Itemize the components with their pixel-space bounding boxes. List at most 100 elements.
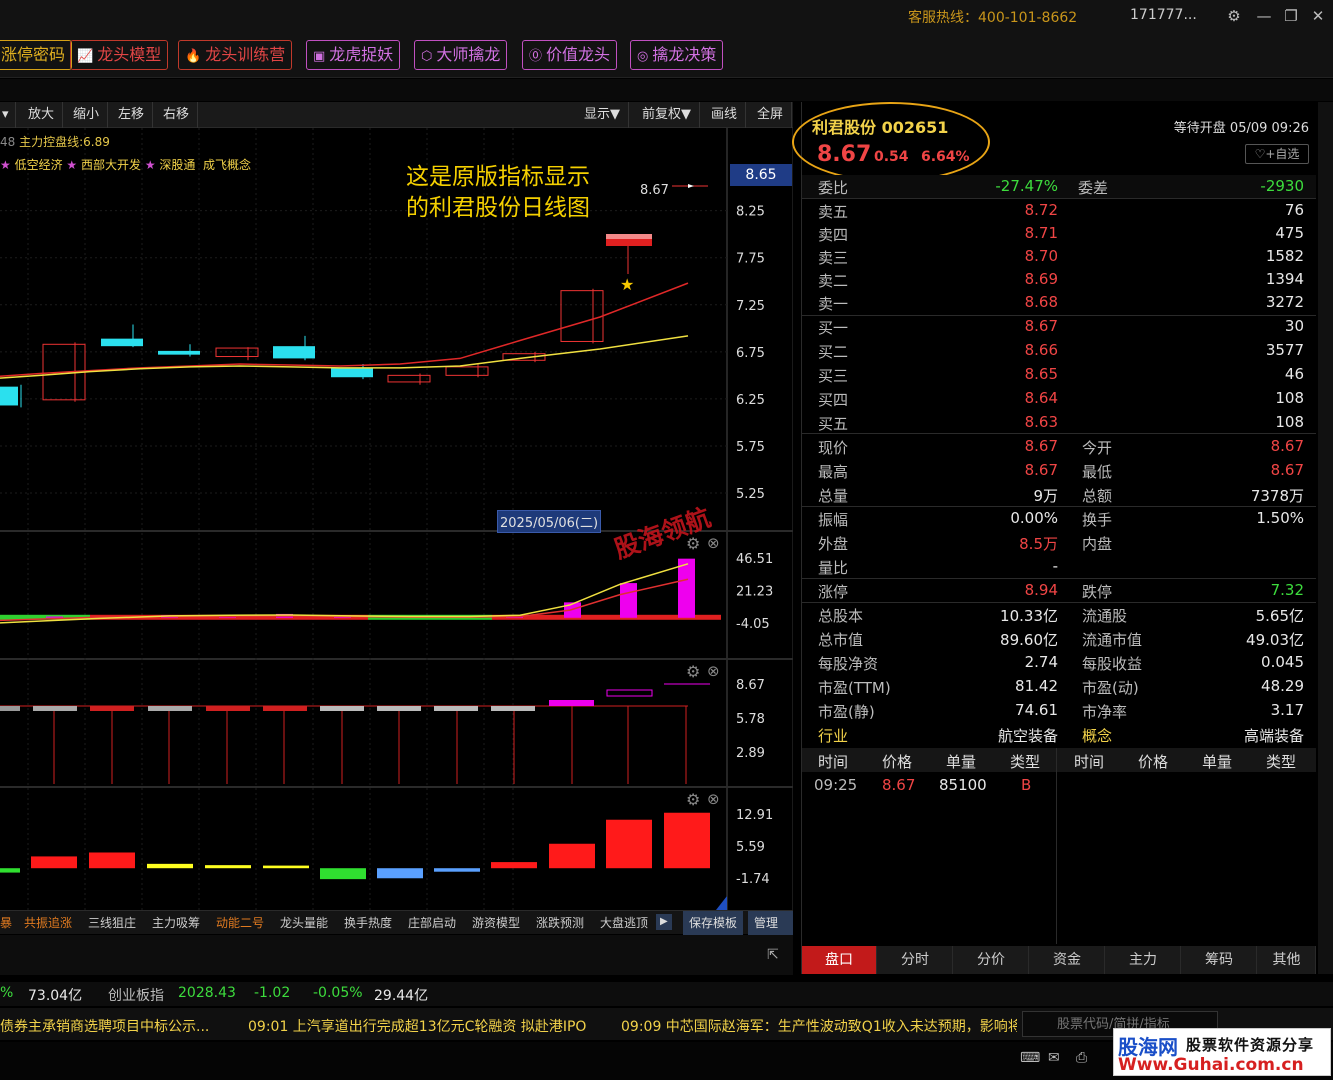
indicator-tab[interactable]: 换手热度 bbox=[344, 911, 392, 935]
concept-tag[interactable]: 成飞概念 bbox=[203, 158, 251, 172]
display-dropdown[interactable]: 显示▼ bbox=[576, 102, 629, 128]
panel-divider bbox=[0, 786, 793, 788]
chart-icon: 📈 bbox=[77, 49, 94, 64]
fire-icon: 🔥 bbox=[185, 49, 202, 64]
zoom-in-button[interactable]: 放大 bbox=[20, 102, 64, 128]
adjust-dropdown[interactable]: 前复权▼ bbox=[634, 102, 700, 128]
ma-line-red bbox=[0, 282, 689, 378]
news-item[interactable]: 09:01 上汽享道出行完成超13亿元C轮融资 拟赴港IPO bbox=[248, 1016, 586, 1036]
move-left-button[interactable]: 左移 bbox=[110, 102, 154, 128]
minimize-icon[interactable]: — bbox=[1254, 6, 1274, 26]
concept-tag[interactable]: 深股通 bbox=[159, 158, 195, 172]
candle-body bbox=[101, 338, 143, 347]
feature-button-leader-model[interactable]: 📈 龙头模型 bbox=[70, 40, 169, 70]
indicator-panel-3 bbox=[0, 812, 727, 910]
restore-icon[interactable]: ❐ bbox=[1281, 6, 1301, 26]
index-name[interactable]: 创业板指 bbox=[108, 985, 164, 1005]
ind3-bar bbox=[320, 868, 366, 880]
indicator-tab[interactable]: 庄部启动 bbox=[408, 911, 456, 935]
stat-row: 涨停 8.94 跌停 7.32 bbox=[818, 581, 1304, 601]
ind3-bar bbox=[377, 868, 423, 879]
gear-icon[interactable]: ⚙ bbox=[1224, 6, 1244, 26]
more-tabs-button[interactable]: ▶ bbox=[656, 914, 672, 930]
zoom-out-button[interactable]: 缩小 bbox=[65, 102, 109, 128]
concept-tag[interactable]: 西部大开发 bbox=[81, 158, 141, 172]
manage-button[interactable]: 管理 bbox=[748, 911, 793, 935]
news-item[interactable]: 债券主承销商选聘项目中标公示... bbox=[0, 1016, 209, 1036]
bid-row: 买二 8.66 3577 bbox=[818, 341, 1304, 361]
feature-button-value-leader[interactable]: ⓪ 价值龙头 bbox=[522, 40, 618, 70]
ind2-segment bbox=[90, 706, 134, 711]
export-icon[interactable]: ⇱ bbox=[767, 947, 779, 963]
ind1-tick-label: -4.05 bbox=[736, 617, 770, 632]
hotline-text: 客服热线：400-101-8662 bbox=[908, 10, 1078, 26]
indicator-tab[interactable]: 三线狙庄 bbox=[88, 911, 136, 935]
tab-fenshi[interactable]: 分时 bbox=[878, 946, 953, 974]
stat-row: 市盈(TTM) 81.42 市盈(动) 48.29 bbox=[818, 677, 1304, 697]
feature-button-dragon-decision[interactable]: ◎ 擒龙决策 bbox=[630, 40, 724, 70]
draw-line-button[interactable]: 画线 bbox=[703, 102, 747, 128]
indicator-tab[interactable]: 暴 bbox=[0, 911, 12, 935]
indicator-tabs: 暴 共振追涨 三线狙庄 主力吸筹 动能二号 龙头量能 换手热度 庄部启动 游资模… bbox=[0, 910, 793, 935]
stat-row: 总量 9万 总额 7378万 bbox=[818, 487, 1304, 505]
indicator-tab[interactable]: 大盘逃顶 bbox=[600, 911, 648, 935]
period-dropdown[interactable]: ▾ bbox=[0, 102, 16, 128]
tab-zhuli[interactable]: 主力 bbox=[1106, 946, 1181, 974]
market-status: 等待开盘 05/09 09:26 bbox=[1173, 121, 1309, 136]
keyboard-icon[interactable]: ⌨ bbox=[1020, 1050, 1040, 1066]
feature-button-master-dragon[interactable]: ⬡ 大师擒龙 bbox=[414, 40, 508, 70]
tab-pankou[interactable]: 盘口 bbox=[802, 946, 877, 974]
close-icon[interactable]: ✕ bbox=[1308, 6, 1328, 26]
candle-body bbox=[560, 290, 604, 342]
ask-row: 卖三 8.70 1582 bbox=[818, 247, 1304, 267]
tab-fenjia[interactable]: 分价 bbox=[954, 946, 1029, 974]
ind3-bar bbox=[664, 812, 710, 869]
move-right-button[interactable]: 右移 bbox=[155, 102, 199, 128]
stat-row: 总市值 89.60亿 流通市值 49.03亿 bbox=[818, 631, 1304, 649]
site-watermark: 股海网 股票软件资源分享 Www.Guhai.com.cn bbox=[1113, 1028, 1331, 1076]
fullscreen-button[interactable]: 全屏 bbox=[749, 102, 793, 128]
ind3-tick-label: 12.91 bbox=[736, 808, 773, 823]
stat-row: 外盘 8.5万 内盘 bbox=[818, 535, 1113, 553]
indicator-tab[interactable]: 动能二号 bbox=[216, 911, 264, 935]
indicator-tab[interactable]: 主力吸筹 bbox=[152, 911, 200, 935]
feature-button-limit-code[interactable]: 涨停密码 bbox=[0, 40, 73, 70]
ind3-bar bbox=[434, 868, 480, 872]
candles: ★ bbox=[0, 234, 652, 408]
stat-row: 现价 8.67 今开 8.67 bbox=[818, 437, 1304, 457]
ind2-segment bbox=[206, 706, 250, 711]
ind3-bar bbox=[0, 868, 20, 873]
quote-scrollbar[interactable] bbox=[1318, 102, 1333, 974]
ind1-tick-label: 46.51 bbox=[736, 552, 773, 567]
save-template-button[interactable]: 保存模板 bbox=[683, 911, 744, 935]
close-icon: ⊗ bbox=[707, 662, 720, 680]
price-tick-label: 5.25 bbox=[736, 487, 765, 502]
tick-table-header: 时间 价格 单量 类型 时间 价格 单量 类型 bbox=[802, 748, 1316, 772]
bid-row: 买三 8.65 46 bbox=[818, 365, 1304, 385]
chart-area[interactable]: ★ 8.25 7.75 7.25 6.75 6.25 5.75 5.25 8.67 46.51 2… bbox=[0, 128, 793, 910]
account-name[interactable]: 171777... bbox=[1130, 7, 1197, 23]
ind1-bar bbox=[46, 616, 63, 618]
wechat-icon[interactable]: ✉ bbox=[1048, 1050, 1060, 1066]
add-favorite-button[interactable]: ♡+自选 bbox=[1245, 144, 1309, 164]
indicator-tab[interactable]: 涨跌预测 bbox=[536, 911, 584, 935]
title-bar: 客服热线：400-101-8662 171777... ⚙ — ❐ ✕ bbox=[0, 0, 1333, 32]
feature-button-leader-camp[interactable]: 🔥 龙头训练营 bbox=[178, 40, 293, 70]
tab-chouma[interactable]: 筹码 bbox=[1182, 946, 1257, 974]
ind3-bar bbox=[263, 865, 309, 869]
feature-button-dragon-tiger[interactable]: ▣ 龙虎捉妖 bbox=[306, 40, 401, 70]
stat-row: 最高 8.67 最低 8.67 bbox=[818, 461, 1304, 481]
indicator-tab[interactable]: 游资模型 bbox=[472, 911, 520, 935]
ind2-segment bbox=[549, 700, 594, 706]
ind2-segment bbox=[606, 689, 653, 697]
news-item[interactable]: 09:09 中芯国际赵海军：生产性波动致Q1收入未达预期，影响将 bbox=[621, 1016, 1017, 1036]
concept-tag[interactable]: 低空经济 bbox=[15, 158, 63, 172]
stat-row: 总股本 10.33亿 流通股 5.65亿 bbox=[818, 607, 1304, 625]
tab-other[interactable]: 其他 bbox=[1258, 946, 1316, 974]
indicator-tab[interactable]: 龙头量能 bbox=[280, 911, 328, 935]
tab-zijin[interactable]: 资金 bbox=[1030, 946, 1105, 974]
printer-icon[interactable]: ⎙ bbox=[1076, 1050, 1087, 1066]
indicator-tab[interactable]: 共振追涨 bbox=[24, 911, 72, 935]
quote-tabs: 盘口 分时 分价 资金 主力 筹码 其他 bbox=[802, 946, 1316, 974]
ind3-bar bbox=[606, 819, 652, 869]
